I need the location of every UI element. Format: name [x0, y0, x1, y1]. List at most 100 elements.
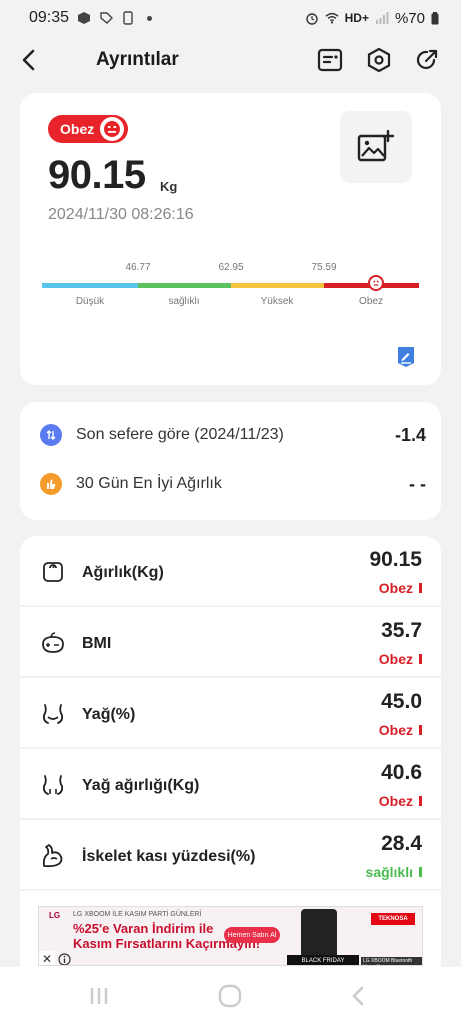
metric-value: 28.4	[381, 832, 422, 855]
metric-value: 40.6	[381, 761, 422, 784]
ad-close-button[interactable]: ✕	[39, 951, 55, 965]
metric-status-label: Obez	[378, 793, 413, 809]
settings-button[interactable]	[364, 45, 394, 75]
scale-zone-label: Yüksek	[260, 296, 294, 307]
page-title: Ayrıntılar	[96, 49, 179, 70]
metric-value: 90.15	[369, 548, 422, 571]
ad-banner[interactable]: LG LG XBOOM İLE KASIM PARTİ GÜNLERİ %25'…	[38, 906, 423, 966]
status-indicator	[419, 654, 422, 664]
box-notification-icon	[78, 12, 91, 24]
metric-value: 35.7	[381, 619, 422, 642]
status-indicator	[419, 725, 422, 735]
ad-content[interactable]: LG LG XBOOM İLE KASIM PARTİ GÜNLERİ %25'…	[39, 907, 422, 965]
ad-product-tag: LG XBOOM Bluetooth Hoparlör	[361, 957, 422, 965]
status-indicator	[419, 583, 422, 593]
status-badge: Obez	[48, 115, 129, 143]
add-image-icon	[357, 130, 395, 162]
scale-segment-high	[231, 283, 324, 288]
metric-status: Obez	[379, 651, 422, 667]
comparison-row-previous[interactable]: Son sefere göre (2024/11/23) -1.4	[40, 420, 426, 450]
comparison-row-best[interactable]: 30 Gün En İyi Ağırlık - -	[40, 469, 426, 499]
ad-retailer-logo: TEKNOSA	[371, 913, 415, 925]
app-bar: Ayrıntılar	[0, 36, 461, 88]
metric-row-weight[interactable]: Ağırlık(Kg) 90.15 Obez	[20, 536, 441, 605]
ad-cta-button[interactable]: Hemen Satın Al	[224, 927, 280, 943]
comparison-value: - -	[409, 473, 426, 494]
scale-zone-label: Obez	[359, 296, 383, 307]
muscle-icon	[40, 843, 66, 869]
metric-status: sağlıklı	[366, 864, 422, 880]
share-button[interactable]	[412, 45, 442, 75]
metric-label: İskelet kası yüzdesi(%)	[82, 848, 256, 865]
scale-zone-label: sağlıklı	[168, 296, 200, 307]
battery-level: %70	[394, 9, 425, 27]
edit-button[interactable]	[395, 346, 417, 368]
ad-headline: LG XBOOM İLE KASIM PARTİ GÜNLERİ	[73, 911, 202, 918]
back-nav-button[interactable]	[345, 983, 371, 1009]
status-left: 09:35	[29, 9, 153, 27]
wifi-icon	[325, 12, 339, 24]
metric-row-skeletal-muscle[interactable]: İskelet kası yüzdesi(%) 28.4 sağlıklı	[20, 820, 441, 889]
metric-label: Yağ ağırlığı(Kg)	[82, 777, 200, 794]
bmi-icon	[40, 630, 66, 656]
thumbs-up-icon	[40, 473, 62, 495]
metric-row-fat-mass[interactable]: Yağ ağırlığı(Kg) 40.6 Obez	[20, 749, 441, 818]
add-photo-button[interactable]	[340, 111, 412, 183]
ad-black-friday-badge: BLACK FRIDAY	[287, 955, 359, 965]
home-button[interactable]	[217, 983, 243, 1009]
metric-status-label: Obez	[378, 722, 413, 738]
metric-label: Ağırlık(Kg)	[82, 564, 164, 581]
status-indicator	[419, 867, 422, 877]
share-arrow-icon	[416, 49, 438, 69]
status-indicator	[419, 796, 422, 806]
scale-threshold-1: 46.77	[125, 262, 151, 273]
alarm-icon	[305, 13, 318, 25]
battery-icon	[431, 11, 439, 24]
network-type: HD+	[344, 11, 369, 25]
comparison-label: Son sefere göre (2024/11/23)	[76, 426, 284, 443]
metric-row-body-fat[interactable]: Yağ(%) 45.0 Obez	[20, 678, 441, 747]
recent-apps-button[interactable]	[86, 983, 112, 1009]
measurement-datetime: 2024/11/30 08:26:16	[48, 206, 194, 223]
weight-value: 90.15	[48, 153, 146, 197]
metric-label: Yağ(%)	[82, 706, 136, 723]
recent-apps-icon	[90, 988, 108, 1004]
ad-info-icon[interactable]	[56, 951, 72, 965]
home-circle-icon	[218, 984, 242, 1008]
scale-threshold-2: 62.95	[218, 262, 244, 273]
report-button[interactable]	[315, 45, 345, 75]
compare-icon	[40, 424, 62, 446]
chevron-left-icon	[22, 49, 35, 71]
system-nav-bar	[0, 967, 461, 1024]
report-icon	[317, 48, 343, 72]
scale-segment-low	[42, 283, 138, 288]
phone-notification-icon	[123, 11, 133, 25]
ad-brand-logo: LG	[49, 911, 61, 920]
more-notifications-dot	[147, 15, 153, 21]
comparison-card: Son sefere göre (2024/11/23) -1.4 30 Gün…	[20, 402, 441, 520]
weight-summary-card: Obez 90.15 Kg 2024/11/30 08:26:16 46.77 …	[20, 93, 441, 385]
status-bar: 09:35 HD+ %70	[0, 0, 461, 36]
tag-notification-icon	[100, 12, 114, 24]
scale-threshold-3: 75.59	[311, 262, 337, 273]
status-time: 09:35	[29, 9, 70, 26]
back-button[interactable]	[14, 46, 42, 74]
metric-status-label: Obez	[378, 580, 413, 596]
metric-value: 45.0	[381, 690, 422, 713]
metric-status: Obez	[379, 793, 422, 809]
metric-status-label: Obez	[378, 651, 413, 667]
scale-marker-face-icon	[368, 275, 384, 291]
weight-unit: Kg	[160, 179, 178, 194]
scale-icon	[40, 559, 66, 585]
metric-label: BMI	[82, 635, 112, 652]
scale-segment-healthy	[138, 283, 231, 288]
metric-status: Obez	[379, 580, 422, 596]
weight-scale: 46.77 62.95 75.59 Düşük sağlıklı Yüksek …	[42, 260, 419, 310]
fat-mass-icon	[40, 772, 66, 798]
back-chevron-icon	[352, 986, 364, 1006]
edit-pencil-icon	[398, 347, 414, 367]
signal-icon	[375, 12, 389, 24]
metric-row-bmi[interactable]: BMI 35.7 Obez	[20, 607, 441, 676]
body-fat-icon	[40, 701, 66, 727]
hexagon-settings-icon	[367, 47, 391, 73]
